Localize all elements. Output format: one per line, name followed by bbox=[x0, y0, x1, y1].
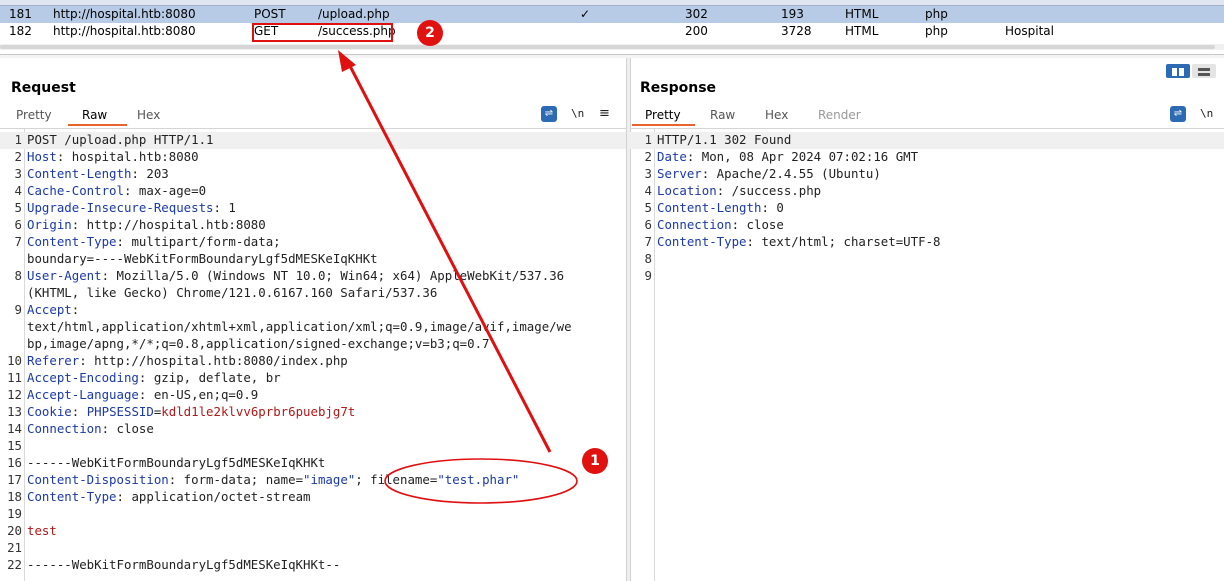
annotation-badge-1: 1 bbox=[582, 448, 608, 474]
annotation-arrow-line bbox=[348, 65, 552, 453]
annotation-arrow-head bbox=[338, 50, 356, 72]
annotation-ellipse bbox=[384, 458, 578, 504]
annotation-overlay bbox=[338, 50, 578, 504]
annotation-badge-2: 2 bbox=[417, 20, 443, 46]
